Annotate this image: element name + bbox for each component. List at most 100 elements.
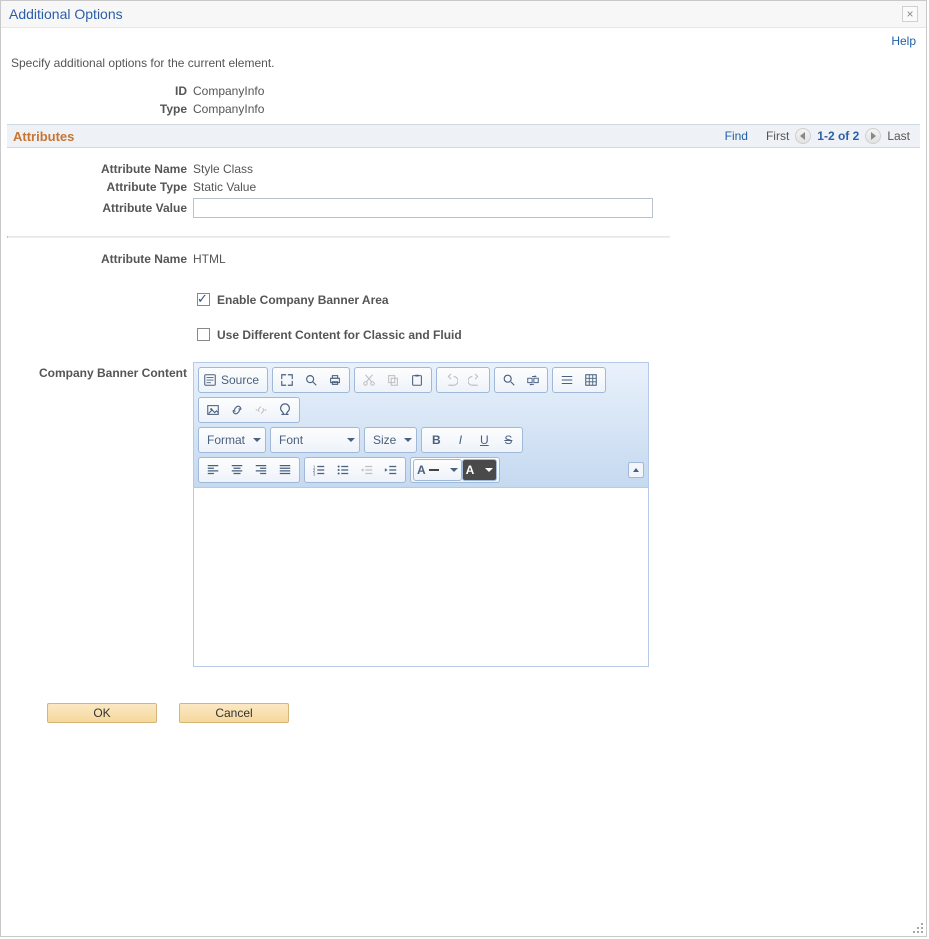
align-center-icon <box>230 463 244 477</box>
svg-text:3: 3 <box>313 471 316 476</box>
align-left-button[interactable] <box>201 459 225 481</box>
attr1-type-label: Attribute Type <box>7 180 187 194</box>
find-link[interactable]: Find <box>725 129 748 143</box>
bullet-list-button[interactable] <box>331 459 355 481</box>
redo-icon <box>468 373 482 387</box>
print-button[interactable] <box>323 369 347 391</box>
find-button[interactable] <box>497 369 521 391</box>
resize-grip[interactable] <box>912 922 924 934</box>
format-combo[interactable]: Format <box>198 427 266 453</box>
attributes-header: Attributes Find First 1-2 of 2 Last <box>7 124 920 148</box>
align-justify-icon <box>278 463 292 477</box>
dialog-titlebar: Additional Options × <box>1 1 926 28</box>
source-icon <box>203 373 217 387</box>
table-icon <box>584 373 598 387</box>
indent-icon <box>384 463 398 477</box>
copy-icon <box>386 373 400 387</box>
attr1-type-value: Static Value <box>193 180 670 194</box>
align-justify-button[interactable] <box>273 459 297 481</box>
additional-options-dialog: Additional Options × Help Specify additi… <box>0 0 927 937</box>
replace-button[interactable] <box>521 369 545 391</box>
image-button[interactable] <box>201 399 225 421</box>
undo-icon <box>444 373 458 387</box>
different-content-label: Use Different Content for Classic and Fl… <box>217 328 462 342</box>
bold-button[interactable]: B <box>424 429 448 451</box>
pager-range[interactable]: 1-2 of 2 <box>817 129 859 143</box>
id-label: ID <box>7 84 187 98</box>
attr2-name-value: HTML <box>193 252 670 266</box>
remove-format-button[interactable] <box>555 369 579 391</box>
paste-icon <box>410 373 424 387</box>
attributes-title: Attributes <box>13 129 74 144</box>
type-label: Type <box>7 102 187 116</box>
image-icon <box>206 403 220 417</box>
attr1-value-input[interactable] <box>193 198 653 218</box>
unlink-button[interactable] <box>249 399 273 421</box>
link-button[interactable] <box>225 399 249 421</box>
dialog-content: Specify additional options for the curre… <box>1 48 926 743</box>
pager-prev-button[interactable] <box>795 128 811 144</box>
align-right-icon <box>254 463 268 477</box>
cancel-button[interactable]: Cancel <box>179 703 289 723</box>
ok-button[interactable]: OK <box>47 703 157 723</box>
editor-body[interactable] <box>194 488 648 666</box>
help-link[interactable]: Help <box>891 34 916 48</box>
link-icon <box>230 403 244 417</box>
replace-icon <box>526 373 540 387</box>
bullet-list-icon <box>336 463 350 477</box>
maximize-icon <box>280 373 294 387</box>
cut-icon <box>362 373 376 387</box>
table-button[interactable] <box>579 369 603 391</box>
align-left-icon <box>206 463 220 477</box>
copy-button[interactable] <box>381 369 405 391</box>
indent-button[interactable] <box>379 459 403 481</box>
unlink-icon <box>254 403 268 417</box>
text-color-button[interactable]: A <box>413 459 462 481</box>
resize-grip-icon <box>912 922 924 934</box>
dialog-title: Additional Options <box>9 6 123 22</box>
redo-button[interactable] <box>463 369 487 391</box>
size-combo[interactable]: Size <box>364 427 417 453</box>
attribute-row-2: Attribute Name HTML Enable Company Banne… <box>7 238 670 685</box>
omega-icon <box>278 403 292 417</box>
attr2-name-label: Attribute Name <box>7 252 187 266</box>
attr1-name-label: Attribute Name <box>7 162 187 176</box>
close-button[interactable]: × <box>902 6 918 22</box>
outdent-button[interactable] <box>355 459 379 481</box>
underline-button[interactable]: U <box>472 429 496 451</box>
maximize-button[interactable] <box>275 369 299 391</box>
undo-button[interactable] <box>439 369 463 391</box>
align-center-button[interactable] <box>225 459 249 481</box>
help-row: Help <box>1 28 926 48</box>
collapse-toolbar-button[interactable] <box>628 462 644 478</box>
banner-content-editor: Source <box>193 362 649 667</box>
pager-first: First <box>766 129 789 143</box>
preview-button[interactable] <box>299 369 323 391</box>
enable-banner-checkbox[interactable] <box>197 293 210 306</box>
pager-last: Last <box>887 129 910 143</box>
font-combo[interactable]: Font <box>270 427 360 453</box>
italic-button[interactable]: I <box>448 429 472 451</box>
element-info-grid: ID CompanyInfo Type CompanyInfo <box>7 84 920 116</box>
bg-color-button[interactable]: A <box>462 459 498 481</box>
strike-button[interactable]: S <box>496 429 520 451</box>
align-right-button[interactable] <box>249 459 273 481</box>
type-value: CompanyInfo <box>193 102 920 116</box>
cut-button[interactable] <box>357 369 381 391</box>
numbered-list-button[interactable]: 123 <box>307 459 331 481</box>
attr1-name-value: Style Class <box>193 162 670 176</box>
instruction-text: Specify additional options for the curre… <box>11 56 920 70</box>
different-content-checkbox[interactable] <box>197 328 210 341</box>
banner-content-label: Company Banner Content <box>7 362 187 380</box>
attr1-value-label: Attribute Value <box>7 201 187 215</box>
pager-next-button[interactable] <box>865 128 881 144</box>
paste-button[interactable] <box>405 369 429 391</box>
id-value: CompanyInfo <box>193 84 920 98</box>
editor-toolbar: Source <box>194 363 648 488</box>
editor-source-button[interactable]: Source <box>201 369 265 391</box>
remove-format-icon <box>560 373 574 387</box>
preview-icon <box>304 373 318 387</box>
attribute-row-1: Attribute Name Style Class Attribute Typ… <box>7 148 670 236</box>
special-char-button[interactable] <box>273 399 297 421</box>
print-icon <box>328 373 342 387</box>
